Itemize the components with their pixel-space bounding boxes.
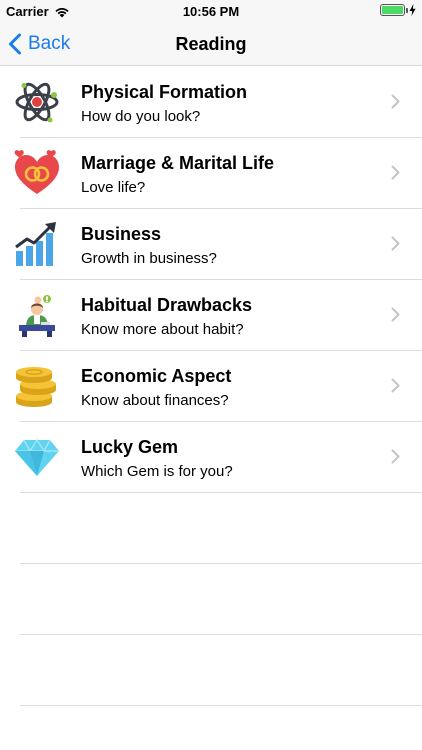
empty-row — [0, 564, 422, 635]
item-subtitle: Growth in business? — [81, 250, 217, 267]
empty-row — [0, 635, 422, 706]
status-bar: Carrier 10:56 PM — [0, 0, 422, 22]
item-subtitle: Which Gem is for you? — [81, 463, 233, 480]
item-title: Marriage & Marital Life — [81, 153, 275, 173]
item-title: Business — [81, 224, 162, 244]
item-title: Lucky Gem — [81, 437, 179, 457]
status-right — [380, 4, 416, 16]
item-title: Habitual Drawbacks — [81, 295, 253, 315]
navigation-bar: Back Reading — [0, 22, 422, 66]
chevron-right-icon — [391, 307, 400, 322]
diamond-icon — [14, 434, 60, 480]
battery-fill — [382, 6, 403, 14]
person-desk-icon — [14, 292, 60, 338]
item-subtitle: Know more about habit? — [81, 321, 244, 338]
chevron-right-icon — [391, 165, 400, 180]
list-item-business[interactable]: Business Growth in business? — [0, 209, 422, 280]
battery-cap — [406, 8, 408, 13]
reading-list: Physical Formation How do you look? Marr… — [0, 67, 422, 706]
status-time: 10:56 PM — [182, 4, 240, 19]
list-item-physical-formation[interactable]: Physical Formation How do you look? — [0, 67, 422, 138]
list-item-lucky-gem[interactable]: Lucky Gem Which Gem is for you? — [0, 422, 422, 493]
list-item-marriage[interactable]: Marriage & Marital Life Love life? — [0, 138, 422, 209]
item-title: Economic Aspect — [81, 366, 232, 386]
chevron-right-icon — [391, 94, 400, 109]
list-item-habitual-drawbacks[interactable]: Habitual Drawbacks Know more about habit… — [0, 280, 422, 351]
charging-bolt-icon — [409, 4, 416, 16]
growth-chart-icon — [14, 221, 60, 267]
page-title: Reading — [175, 34, 247, 54]
hearts-rings-icon — [14, 150, 60, 196]
empty-row — [0, 493, 422, 564]
chevron-right-icon — [391, 236, 400, 251]
battery-icon — [380, 4, 408, 16]
atom-icon — [14, 79, 60, 125]
chevron-right-icon — [391, 449, 400, 464]
item-subtitle: Love life? — [81, 179, 146, 196]
coins-icon — [14, 363, 60, 409]
item-subtitle: Know about finances? — [81, 392, 229, 409]
chevron-right-icon — [391, 378, 400, 393]
list-item-economic-aspect[interactable]: Economic Aspect Know about finances? — [0, 351, 422, 422]
item-subtitle: How do you look? — [81, 108, 201, 125]
item-title: Physical Formation — [81, 82, 248, 102]
